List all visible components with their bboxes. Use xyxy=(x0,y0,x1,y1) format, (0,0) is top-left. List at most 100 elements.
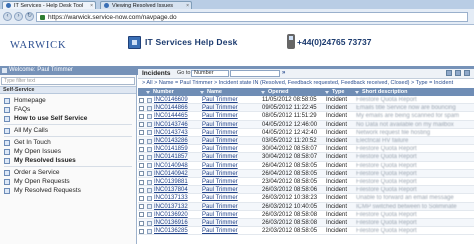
table-row[interactable]: INC0141859 Paul Trimmer 30/04/2012 08:58:0… xyxy=(138,145,474,154)
row-checkbox[interactable] xyxy=(139,97,144,103)
reload-icon[interactable]: ↻ xyxy=(25,12,34,21)
record-preview-icon[interactable] xyxy=(147,97,152,103)
row-checkbox[interactable] xyxy=(139,138,144,144)
url-input[interactable]: https://warwick.service-now.com/navpage.… xyxy=(36,12,468,22)
cell-number[interactable]: INC0136916 xyxy=(154,219,188,227)
cell-name[interactable]: Paul Trimmer xyxy=(202,112,238,120)
record-preview-icon[interactable] xyxy=(147,138,152,144)
cell-number[interactable]: INC0139881 xyxy=(154,178,188,186)
row-checkbox[interactable] xyxy=(139,228,144,234)
record-preview-icon[interactable] xyxy=(147,163,152,169)
table-row[interactable]: INC0140948 Paul Trimmer 26/04/2012 08:58:0… xyxy=(138,162,474,170)
cell-number[interactable]: INC0146609 xyxy=(154,96,188,104)
cell-name[interactable]: Paul Trimmer xyxy=(202,121,238,129)
cell-name[interactable]: Paul Trimmer xyxy=(202,203,238,211)
nav-item-get-in-touch[interactable]: Get In Touch xyxy=(0,138,136,147)
row-checkbox[interactable] xyxy=(139,195,144,201)
cell-number[interactable]: INC0137133 xyxy=(154,194,188,202)
cell-name[interactable]: Paul Trimmer xyxy=(202,227,238,235)
table-row[interactable]: INC0137132 Paul Trimmer 26/03/2012 10:40:0… xyxy=(138,202,474,211)
back-arrow-icon[interactable]: ‹ xyxy=(3,12,12,21)
row-checkbox[interactable] xyxy=(139,220,144,226)
row-checkbox[interactable] xyxy=(139,212,144,218)
record-preview-icon[interactable] xyxy=(147,204,152,210)
cell-number[interactable]: INC0141857 xyxy=(154,153,188,161)
table-row[interactable]: INC0136285 Paul Trimmer 22/03/2012 08:58:0… xyxy=(138,227,474,236)
close-tab-icon[interactable]: × xyxy=(90,3,93,9)
record-preview-icon[interactable] xyxy=(147,212,152,218)
cell-name[interactable]: Paul Trimmer xyxy=(202,186,238,194)
row-checkbox[interactable] xyxy=(139,154,144,160)
cell-number[interactable]: INC0143746 xyxy=(154,121,188,129)
table-row[interactable]: INC0139881 Paul Trimmer 23/04/2012 08:58:0… xyxy=(138,178,474,187)
filter-breadcrumb[interactable]: > All > Name = Paul Trimmer > Incident s… xyxy=(138,79,474,88)
cell-number[interactable]: INC0140948 xyxy=(154,162,188,170)
table-row[interactable]: INC0140942 Paul Trimmer 26/04/2012 08:58:0… xyxy=(138,169,474,178)
row-checkbox[interactable] xyxy=(139,146,144,152)
record-preview-icon[interactable] xyxy=(147,187,152,193)
warwick-logo[interactable]: WARWICK xyxy=(10,40,66,51)
table-row[interactable]: INC0143746 Paul Trimmer 04/05/2012 12:46:0… xyxy=(138,120,474,129)
browser-tab-help-desk[interactable]: IT Services - Help Desk Tool × xyxy=(2,1,96,9)
cell-number[interactable]: INC0136285 xyxy=(154,227,188,235)
cell-number[interactable]: INC0140942 xyxy=(154,170,188,178)
nav-item-my-open-issues[interactable]: My Open Issues xyxy=(0,147,136,156)
table-row[interactable]: INC0141857 Paul Trimmer 30/04/2012 08:58:0… xyxy=(138,153,474,162)
row-checkbox[interactable] xyxy=(139,130,144,136)
cell-name[interactable]: Paul Trimmer xyxy=(202,162,238,170)
table-row[interactable]: INC0143286 Paul Trimmer 03/05/2012 11:20:5… xyxy=(138,137,474,146)
goto-field-select[interactable]: Number xyxy=(191,70,229,77)
nav-item-homepage[interactable]: Homepage xyxy=(0,96,136,105)
table-row[interactable]: INC0136916 Paul Trimmer 26/03/2012 08:58:0… xyxy=(138,219,474,228)
table-row[interactable]: INC0136920 Paul Trimmer 26/03/2012 08:58:0… xyxy=(138,211,474,219)
nav-item-my-resolved-requests[interactable]: My Resolved Requests xyxy=(0,186,136,195)
table-row[interactable]: INC0146609 Paul Trimmer 11/05/2012 08:58:0… xyxy=(138,96,474,105)
table-row[interactable]: INC0144465 Paul Trimmer 08/05/2012 11:51:2… xyxy=(138,112,474,121)
goto-search-input[interactable] xyxy=(230,70,280,77)
cell-name[interactable]: Paul Trimmer xyxy=(202,219,238,227)
record-preview-icon[interactable] xyxy=(147,113,152,119)
cell-number[interactable]: INC0143743 xyxy=(154,129,188,137)
row-checkbox[interactable] xyxy=(139,113,144,119)
record-preview-icon[interactable] xyxy=(147,122,152,128)
cell-number[interactable]: INC0137132 xyxy=(154,203,188,211)
nav-section-self-service[interactable]: Self-Service xyxy=(0,86,136,94)
column-header-name[interactable]: Name xyxy=(200,88,222,96)
nav-item-all-my-calls[interactable]: All My Calls xyxy=(0,126,136,135)
next-page-icon[interactable] xyxy=(455,70,461,76)
row-checkbox[interactable] xyxy=(139,187,144,193)
record-preview-icon[interactable] xyxy=(147,171,152,177)
cell-name[interactable]: Paul Trimmer xyxy=(202,178,238,186)
record-preview-icon[interactable] xyxy=(147,195,152,201)
nav-item-my-resolved-issues[interactable]: My Resolved Issues xyxy=(0,156,136,165)
cell-number[interactable]: INC0143286 xyxy=(154,137,188,145)
record-preview-icon[interactable] xyxy=(147,130,152,136)
cell-number[interactable]: INC0144465 xyxy=(154,112,188,120)
close-tab-icon[interactable]: × xyxy=(186,3,189,9)
prev-page-icon[interactable] xyxy=(446,70,452,76)
record-preview-icon[interactable] xyxy=(147,146,152,152)
cell-number[interactable]: INC0144866 xyxy=(154,104,188,112)
table-row[interactable]: INC0137133 Paul Trimmer 26/03/2012 10:38:2… xyxy=(138,194,474,203)
column-header-type[interactable]: Type xyxy=(325,88,344,96)
nav-item-my-open-requests[interactable]: My Open Requests xyxy=(0,177,136,186)
cell-number[interactable]: INC0136920 xyxy=(154,211,188,219)
record-preview-icon[interactable] xyxy=(147,154,152,160)
cell-name[interactable]: Paul Trimmer xyxy=(202,170,238,178)
record-preview-icon[interactable] xyxy=(147,179,152,185)
cell-name[interactable]: Paul Trimmer xyxy=(202,104,238,112)
row-checkbox[interactable] xyxy=(139,179,144,185)
browser-tab-resolved[interactable]: Viewing Resolved Issues × xyxy=(100,1,192,9)
refresh-icon[interactable] xyxy=(464,70,470,76)
table-row[interactable]: INC0137804 Paul Trimmer 26/03/2012 08:58:0… xyxy=(138,186,474,195)
cell-name[interactable]: Paul Trimmer xyxy=(202,194,238,202)
nav-filter-input[interactable]: Type filter text xyxy=(1,77,135,85)
cell-number[interactable]: INC0137804 xyxy=(154,186,188,194)
search-go-icon[interactable]: » xyxy=(282,70,285,76)
cell-name[interactable]: Paul Trimmer xyxy=(202,96,238,104)
table-row[interactable]: INC0143743 Paul Trimmer 04/05/2012 12:42:4… xyxy=(138,129,474,137)
column-header-opened[interactable]: Opened xyxy=(261,88,288,96)
nav-item-how-to[interactable]: How to use Self Service xyxy=(0,114,136,123)
row-checkbox[interactable] xyxy=(139,122,144,128)
row-checkbox[interactable] xyxy=(139,163,144,169)
